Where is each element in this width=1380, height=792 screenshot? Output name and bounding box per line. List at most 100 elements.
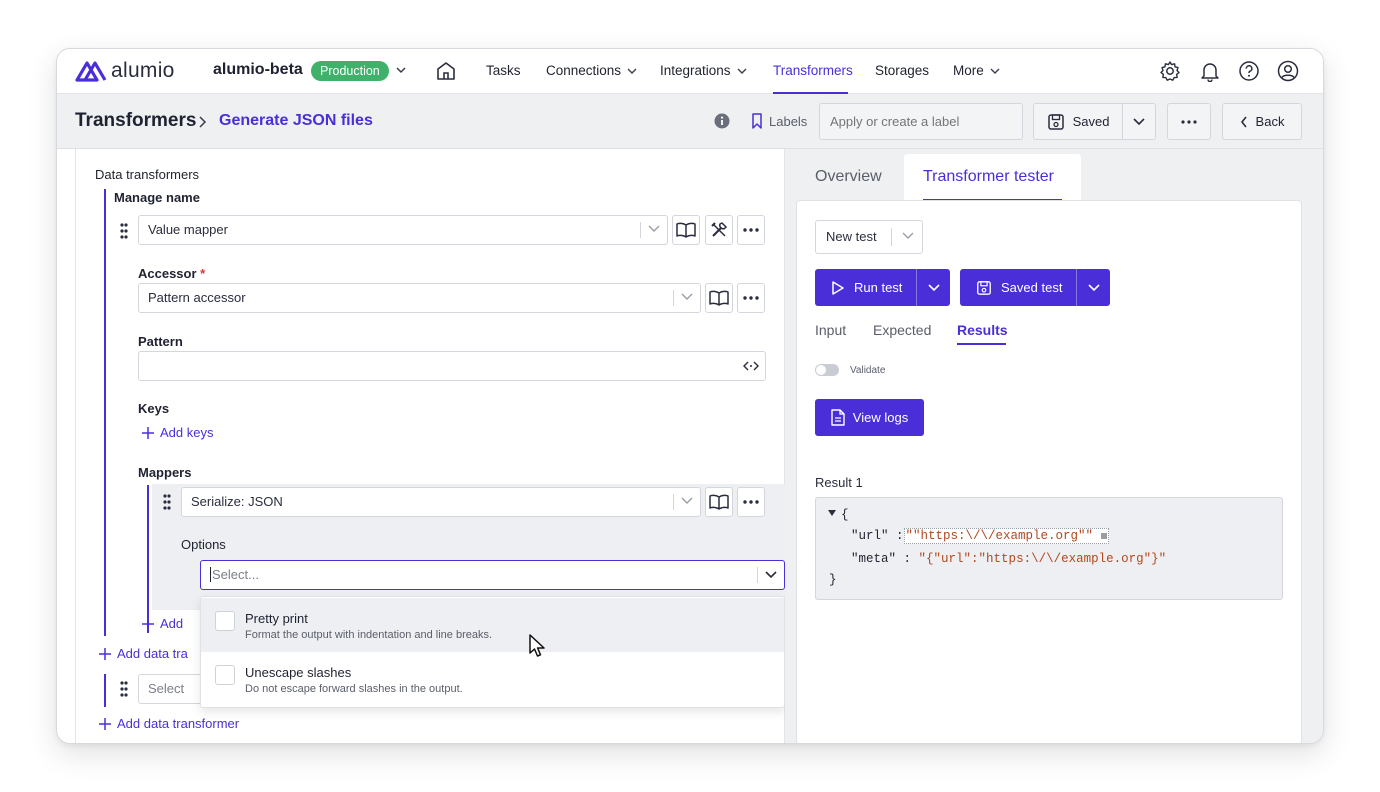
view-logs-label: View logs (852, 410, 909, 425)
label-input[interactable] (819, 103, 1023, 140)
nav-storages[interactable]: Storages (875, 63, 929, 78)
run-test-button[interactable]: Run test (815, 269, 916, 306)
accessor-more-button[interactable] (737, 283, 765, 313)
tab-overview[interactable]: Overview (815, 168, 882, 186)
view-logs-button[interactable]: View logs (815, 399, 924, 436)
option-pretty-print[interactable]: Pretty print Format the output with inde… (201, 598, 784, 652)
plus-icon (99, 647, 111, 660)
json-line-meta: "meta" : "{"url":"https:\/\/example.org"… (851, 552, 1166, 566)
tab-transformer-tester[interactable]: Transformer tester (904, 154, 1081, 201)
test-select[interactable]: New test (815, 220, 923, 254)
accessor-select[interactable]: Pattern accessor (138, 283, 701, 313)
bell-icon[interactable] (1199, 60, 1221, 82)
options-select[interactable]: Select... (200, 560, 785, 590)
json-line-url: "url" : ""https:\/\/example.org"" (851, 528, 1109, 544)
chevron-down-icon (990, 68, 1000, 74)
transformer-type-value: Value mapper (148, 222, 228, 237)
add-data-transformer-inner-button[interactable]: Add data tra (99, 646, 188, 661)
settings-icon[interactable] (1159, 60, 1181, 82)
saved-test-label: Saved test (1001, 280, 1063, 295)
option-unescape-slashes[interactable]: Unescape slashes Do not escape forward s… (201, 652, 784, 706)
subtab-expected[interactable]: Expected (873, 322, 931, 338)
required-marker: * (200, 266, 206, 281)
alumio-logo[interactable]: alumio (75, 59, 175, 83)
nav-more[interactable]: More (953, 63, 1000, 78)
pattern-label: Pattern (138, 334, 183, 349)
mapper-select[interactable]: Serialize: JSON (181, 487, 701, 517)
chevron-left-icon (1240, 116, 1247, 127)
drag-handle-icon[interactable] (163, 494, 171, 510)
validate-toggle[interactable] (815, 364, 839, 376)
saved-button[interactable]: Saved (1033, 103, 1123, 140)
option-checkbox[interactable] (215, 611, 235, 631)
run-test-options-button[interactable] (916, 269, 950, 306)
accessor-docs-button[interactable] (705, 283, 733, 313)
add-mapper-button[interactable]: Add (142, 616, 183, 631)
nav-transformers[interactable]: Transformers (773, 63, 853, 78)
nav-integrations[interactable]: Integrations (660, 63, 747, 78)
saved-test-options-button[interactable] (1076, 269, 1110, 306)
alumio-logo-icon (75, 61, 107, 82)
tab-transformer-tester-label: Transformer tester (923, 168, 1054, 185)
back-button[interactable]: Back (1222, 103, 1302, 140)
add-keys-label: Add keys (160, 425, 214, 440)
toggle-knob (816, 365, 826, 375)
nav-tasks[interactable]: Tasks (486, 63, 521, 78)
result-json-viewer: { "url" : ""https:\/\/example.org"" "meta… (815, 497, 1283, 600)
book-icon (676, 222, 696, 238)
json-value: ""https:\/\/example.org"" (905, 529, 1094, 543)
active-subtab-indicator (957, 343, 1006, 345)
back-label: Back (1255, 114, 1285, 129)
labels-text: Labels (769, 113, 808, 129)
drag-handle-icon[interactable] (120, 223, 128, 239)
chevron-down-icon (765, 571, 777, 579)
documentation-button[interactable] (672, 215, 700, 245)
code-icon[interactable] (743, 360, 759, 372)
nav-more-label: More (953, 63, 984, 78)
json-value: "{"url":"https:\/\/example.org"}" (918, 552, 1167, 566)
mappers-label: Mappers (138, 465, 192, 480)
json-value-selected[interactable]: ""https:\/\/example.org"" (903, 528, 1109, 544)
json-key: "meta" (851, 552, 897, 566)
collapse-caret-icon[interactable] (828, 510, 836, 516)
environment-badge: Production (311, 61, 389, 81)
help-icon[interactable] (1238, 60, 1260, 82)
mapper-docs-button[interactable] (705, 487, 733, 517)
more-options-button[interactable] (737, 215, 765, 245)
home-icon[interactable] (435, 60, 457, 82)
chevron-down-icon (1088, 283, 1100, 291)
nav-storages-label: Storages (875, 63, 930, 78)
subtab-results[interactable]: Results (957, 322, 1008, 338)
info-icon[interactable] (714, 113, 730, 129)
saved-test-button-group: Saved test (960, 269, 1111, 306)
tools-button[interactable] (705, 215, 733, 245)
saved-options-button[interactable] (1122, 103, 1156, 140)
add-keys-button[interactable]: Add keys (142, 425, 213, 440)
page-header: Transformers Generate JSON files Labels … (57, 94, 1323, 149)
app-window: alumio alumio-beta Production Tasks Conn… (56, 48, 1324, 744)
breadcrumb-root[interactable]: Transformers (75, 110, 196, 132)
labels-button[interactable]: Labels (751, 113, 807, 129)
saved-test-button[interactable]: Saved test (960, 269, 1076, 306)
drag-handle-icon[interactable] (120, 681, 128, 697)
book-icon (709, 290, 729, 306)
chevron-down-icon[interactable] (395, 63, 407, 77)
mapper-more-button[interactable] (737, 487, 765, 517)
subtab-input[interactable]: Input (815, 322, 846, 338)
more-horizontal-icon (743, 500, 759, 504)
more-actions-button[interactable] (1167, 103, 1211, 140)
plus-icon (142, 617, 154, 630)
nav-integrations-label: Integrations (660, 63, 731, 78)
chevron-down-icon (928, 283, 940, 291)
user-icon[interactable] (1277, 60, 1299, 82)
nav-connections[interactable]: Connections (546, 63, 637, 78)
mouse-cursor-icon (529, 634, 545, 657)
environment-name[interactable]: alumio-beta (213, 61, 303, 79)
add-data-transformer-button[interactable]: Add data transformer (99, 716, 239, 731)
pattern-input[interactable] (138, 351, 766, 381)
option-checkbox[interactable] (215, 665, 235, 685)
document-icon (831, 409, 845, 426)
transformer-type-select[interactable]: Value mapper (138, 215, 668, 245)
chevron-down-icon (648, 225, 660, 232)
accessor-label-text: Accessor (138, 266, 197, 281)
